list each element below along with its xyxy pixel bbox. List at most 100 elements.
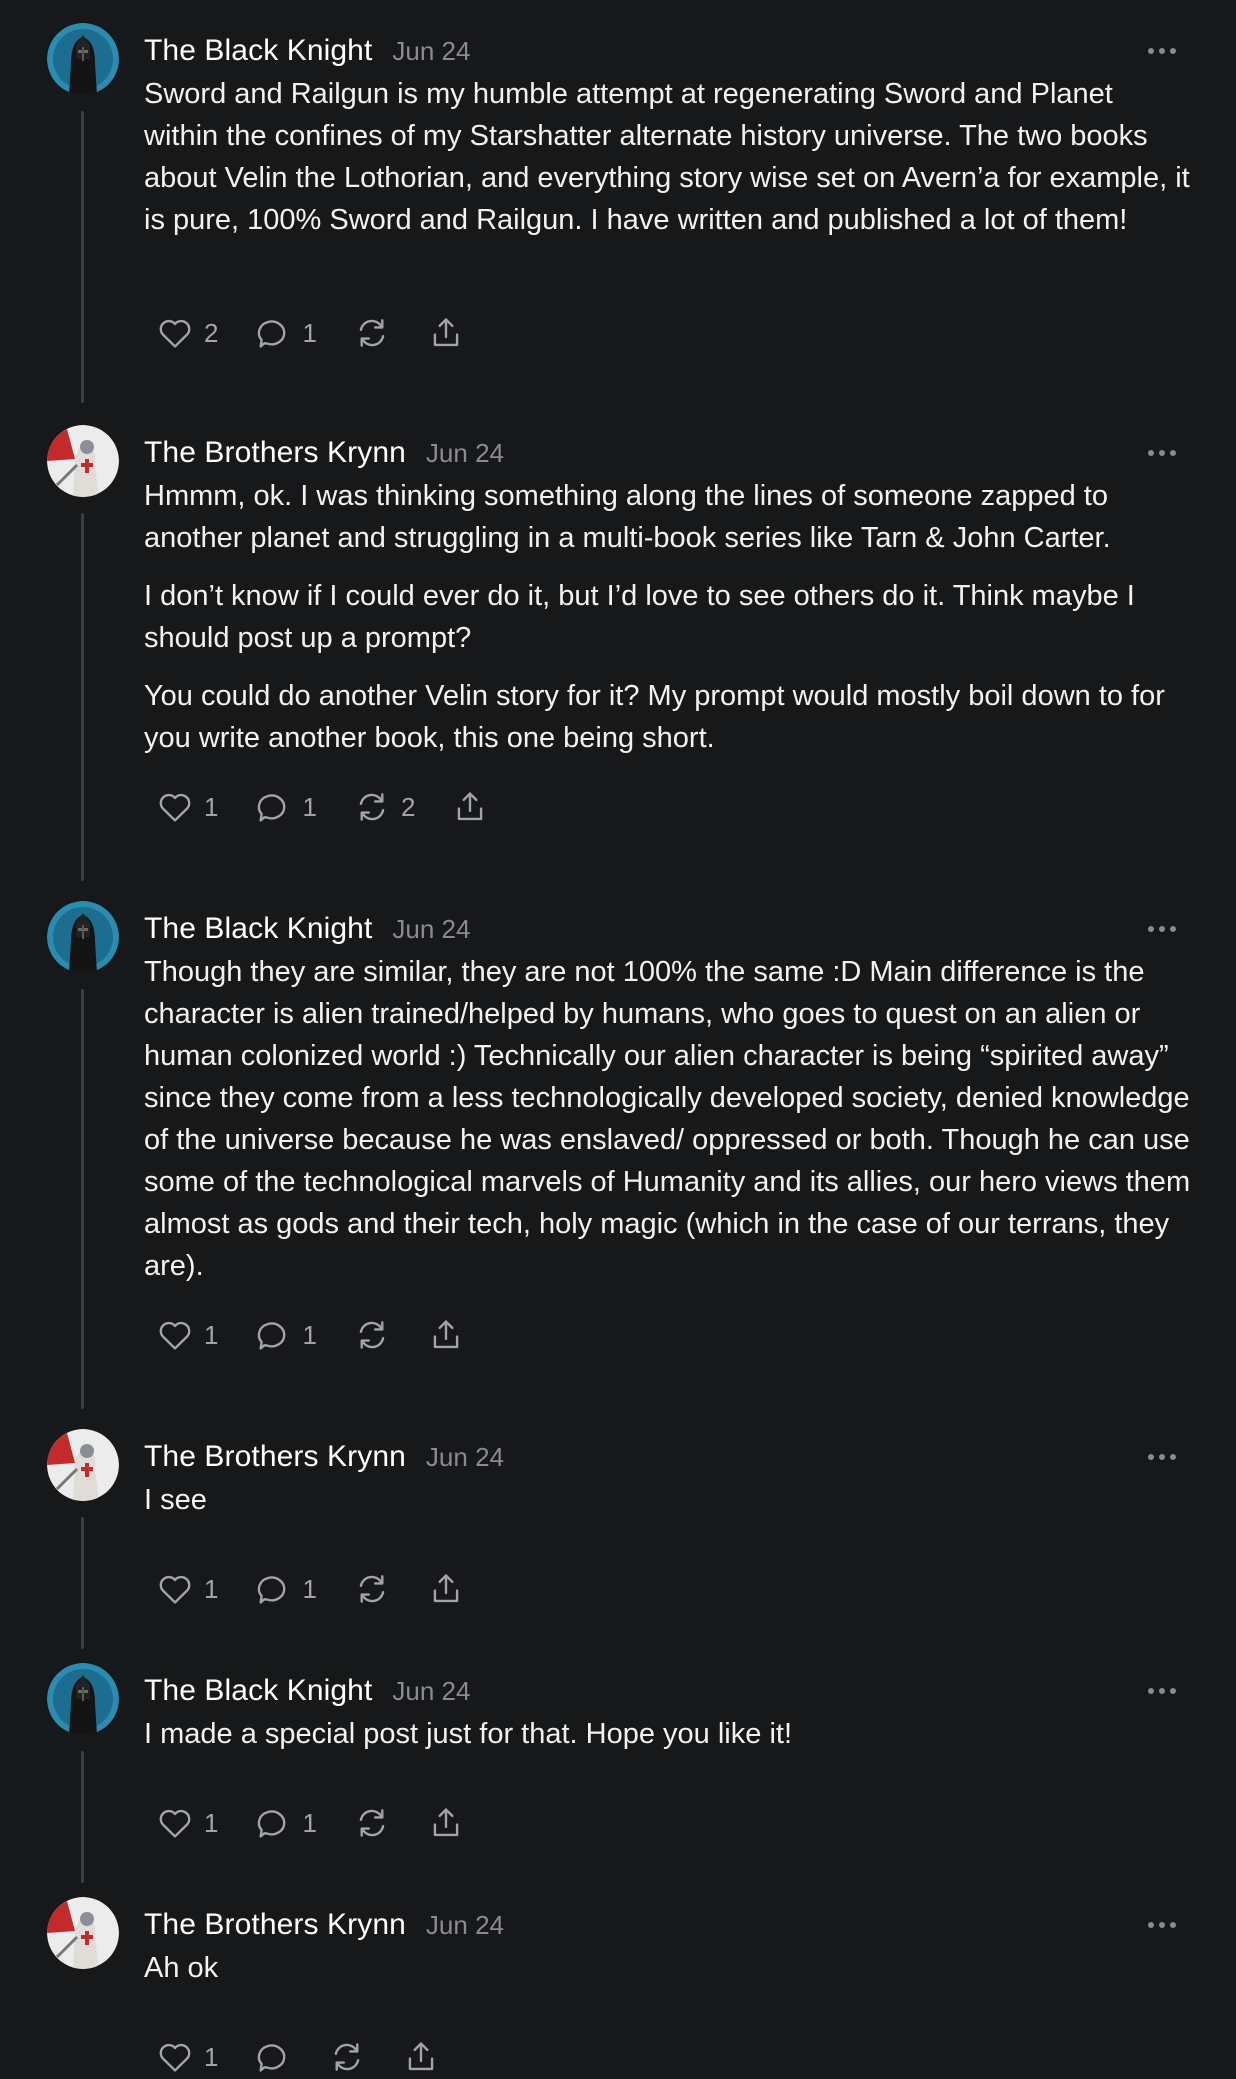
like-button[interactable]: 1	[156, 1313, 218, 1357]
comment-date[interactable]: Jun 24	[392, 36, 470, 67]
more-options-icon[interactable]	[1148, 919, 1176, 939]
restack-icon	[359, 1809, 385, 1837]
share-icon	[433, 1574, 459, 1603]
restack-button[interactable]	[353, 1313, 391, 1357]
like-button[interactable]: 1	[156, 1567, 218, 1611]
like-button[interactable]: 1	[156, 1801, 218, 1845]
share-button[interactable]	[427, 1801, 465, 1845]
comment-body: Ah ok	[144, 1947, 1194, 2005]
comment-date[interactable]: Jun 24	[392, 1676, 470, 1707]
comment-thread: The Black Knight Jun 24 Sword and Railgu…	[0, 0, 1236, 2072]
author-name[interactable]: The Brothers Krynn	[144, 436, 406, 470]
restack-button[interactable]	[353, 1801, 391, 1845]
brothers-krynn-avatar[interactable]	[47, 1429, 119, 1501]
like-count: 1	[204, 2041, 219, 2072]
comment-bubble-icon	[258, 320, 286, 348]
comment-text: You could do another Velin story for it?…	[144, 680, 1165, 754]
comment-bubble-icon	[258, 1322, 286, 1350]
restack-icon	[359, 1575, 385, 1603]
comment-header: The Brothers Krynn Jun 24	[144, 1897, 504, 1953]
like-button[interactable]: 2	[156, 311, 218, 355]
author-name[interactable]: The Brothers Krynn	[144, 1440, 406, 1474]
more-options-icon[interactable]	[1148, 1915, 1176, 1935]
reply-count: 1	[302, 1573, 317, 1604]
comment-date[interactable]: Jun 24	[392, 914, 470, 945]
comment-actions: 1 1	[144, 1313, 501, 1357]
comment-body: Sword and Railgun is my humble attempt a…	[144, 73, 1194, 257]
share-button[interactable]	[427, 311, 465, 355]
restack-button[interactable]: 2	[353, 785, 415, 829]
like-count: 1	[204, 791, 219, 822]
heart-icon	[159, 2043, 191, 2072]
heart-icon	[159, 1809, 191, 1838]
comment-text: Ah ok	[144, 1952, 219, 1984]
author-name[interactable]: The Black Knight	[144, 912, 372, 946]
restack-button[interactable]	[353, 1567, 391, 1611]
heart-icon	[159, 1575, 191, 1604]
reply-button[interactable]	[254, 2035, 292, 2079]
brothers-krynn-avatar[interactable]	[47, 1897, 119, 1969]
share-button[interactable]	[402, 2035, 440, 2079]
share-button[interactable]	[427, 1313, 465, 1357]
more-options-icon[interactable]	[1148, 41, 1176, 61]
comment-bubble-icon	[258, 1576, 286, 1604]
reply-button[interactable]: 1	[254, 785, 317, 829]
share-icon	[433, 1320, 459, 1349]
reply-count: 1	[302, 791, 317, 822]
reply-button[interactable]: 1	[254, 1567, 317, 1611]
more-options-icon[interactable]	[1148, 443, 1176, 463]
share-icon	[458, 792, 483, 821]
restack-button[interactable]	[328, 2035, 366, 2079]
restack-icon	[359, 1321, 385, 1349]
like-button[interactable]: 1	[156, 2035, 218, 2079]
more-options-icon[interactable]	[1148, 1447, 1176, 1467]
comment-header: The Brothers Krynn Jun 24	[144, 1429, 504, 1485]
like-count: 1	[204, 1807, 219, 1838]
reply-button[interactable]: 1	[254, 1313, 317, 1357]
comment-date[interactable]: Jun 24	[426, 1910, 504, 1941]
author-name[interactable]: The Black Knight	[144, 1674, 372, 1708]
more-options-icon[interactable]	[1148, 1681, 1176, 1701]
share-icon	[409, 2042, 434, 2071]
comment-bubble-icon	[258, 794, 286, 822]
comment-text: Sword and Railgun is my humble attempt a…	[144, 78, 1190, 236]
share-icon	[433, 318, 459, 347]
comment-body: I see	[144, 1479, 1194, 1537]
reply-button[interactable]: 1	[254, 1801, 317, 1845]
comment-actions: 1	[144, 2035, 476, 2079]
brothers-krynn-avatar[interactable]	[47, 425, 119, 497]
thread-line	[81, 989, 84, 1409]
restack-button[interactable]	[353, 311, 391, 355]
black-knight-avatar[interactable]	[47, 1663, 119, 1735]
comment-bubble-icon	[258, 2044, 286, 2072]
restack-icon	[359, 319, 385, 347]
heart-icon	[159, 1321, 191, 1350]
share-button[interactable]	[427, 1567, 465, 1611]
reply-count: 1	[302, 1807, 317, 1838]
reply-button[interactable]: 1	[254, 311, 317, 355]
like-count: 2	[204, 317, 219, 348]
comment-text: I don’t know if I could ever do it, but …	[144, 580, 1135, 654]
reply-count: 1	[302, 1319, 317, 1350]
reply-count: 1	[302, 317, 317, 348]
thread-line	[81, 111, 84, 403]
like-button[interactable]: 1	[156, 785, 218, 829]
comment-text: I made a special post just for that. Hop…	[144, 1718, 792, 1750]
comment-header: The Black Knight Jun 24	[144, 23, 470, 79]
thread-line	[81, 1751, 84, 1883]
black-knight-avatar[interactable]	[47, 23, 119, 95]
author-name[interactable]: The Brothers Krynn	[144, 1908, 406, 1942]
comment-date[interactable]: Jun 24	[426, 1442, 504, 1473]
comment-bubble-icon	[258, 1810, 286, 1838]
comment-date[interactable]: Jun 24	[426, 438, 504, 469]
share-button[interactable]	[451, 785, 489, 829]
comment-body: I made a special post just for that. Hop…	[144, 1713, 1194, 1771]
black-knight-avatar[interactable]	[47, 901, 119, 973]
restack-icon	[335, 2043, 360, 2071]
heart-icon	[159, 793, 191, 822]
comment-header: The Brothers Krynn Jun 24	[144, 425, 504, 481]
author-name[interactable]: The Black Knight	[144, 34, 372, 68]
heart-icon	[159, 319, 191, 348]
comment-actions: 2 1	[144, 311, 501, 355]
comment-actions: 1 1 2	[144, 785, 525, 829]
